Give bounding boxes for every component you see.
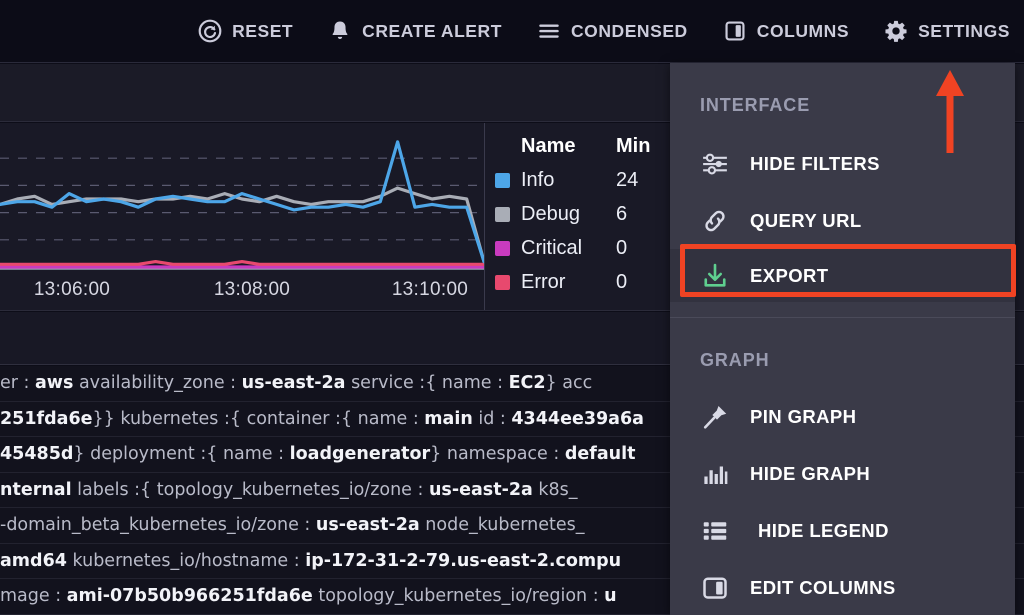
app-root: RESET CREATE ALERT CONDENSED COLUMNS SET… xyxy=(0,0,1024,615)
columns-icon xyxy=(700,573,730,603)
toolbar-label-condensed: CONDENSED xyxy=(570,20,688,41)
legend-swatch-debug xyxy=(495,206,510,222)
legend-row-critical[interactable]: Critical 0 xyxy=(495,231,680,265)
legend-row-debug[interactable]: Debug 6 xyxy=(495,197,680,231)
chart-area[interactable]: 13:06:00 13:08:00 13:10:00 xyxy=(0,123,484,310)
toolbar-button-settings[interactable]: SETTINGS xyxy=(883,18,1010,44)
toolbar-label-create-alert: CREATE ALERT xyxy=(362,20,502,41)
list-icon xyxy=(700,516,730,546)
toolbar-label-settings: SETTINGS xyxy=(918,20,1010,41)
toolbar-button-condensed[interactable]: CONDENSED xyxy=(536,18,688,44)
chart-x-axis: 13:06:00 13:08:00 13:10:00 xyxy=(0,275,484,311)
line-chart xyxy=(0,123,484,275)
menu-label-hide-legend: HIDE LEGEND xyxy=(758,520,889,541)
legend-header-name: Name xyxy=(521,134,576,157)
legend-swatch-error-cell xyxy=(495,274,521,290)
hamburger-icon xyxy=(536,18,562,44)
menu-label-hide-graph: HIDE GRAPH xyxy=(750,463,871,484)
menu-item-query-url[interactable]: QUERY URL xyxy=(670,193,1015,249)
menu-label-pin-graph: PIN GRAPH xyxy=(750,406,857,427)
log-scrollbar[interactable] xyxy=(1018,366,1024,615)
legend-swatch-info-cell xyxy=(495,172,521,188)
toolbar-button-reset[interactable]: RESET xyxy=(197,18,293,44)
legend-header-row: Name Min xyxy=(495,129,680,163)
legend-row-error[interactable]: Error 0 xyxy=(495,265,680,299)
gear-icon xyxy=(883,18,909,44)
menu-item-hide-legend[interactable]: HIDE LEGEND xyxy=(670,503,1015,559)
sliders-icon xyxy=(700,149,730,179)
legend-min-critical: 0 xyxy=(616,236,628,259)
legend-name-critical: Critical xyxy=(521,236,583,259)
legend-min-error: 0 xyxy=(616,270,628,293)
reset-icon xyxy=(197,18,223,44)
annotation-arrow-icon xyxy=(932,68,968,153)
legend-swatch-critical-cell xyxy=(495,240,521,256)
bell-icon xyxy=(327,18,353,44)
menu-label-edit-columns: EDIT COLUMNS xyxy=(750,577,896,598)
toolbar-label-columns: COLUMNS xyxy=(756,20,850,41)
toolbar-label-reset: RESET xyxy=(232,20,294,41)
legend-name-info: Info xyxy=(521,168,555,191)
download-icon xyxy=(700,261,730,291)
legend-header-min: Min xyxy=(616,134,651,157)
menu-item-hide-graph[interactable]: HIDE GRAPH xyxy=(670,446,1015,502)
legend-row-info[interactable]: Info 24 xyxy=(495,163,680,197)
legend-name-debug: Debug xyxy=(521,202,580,225)
legend-swatch-critical xyxy=(495,240,510,256)
top-toolbar: RESET CREATE ALERT CONDENSED COLUMNS SET… xyxy=(0,0,1024,63)
link-icon xyxy=(700,206,730,236)
toolbar-button-columns[interactable]: COLUMNS xyxy=(722,18,849,44)
chart-legend: Name Min Info 24 Debug 6 Critical 0 Erro… xyxy=(484,123,680,310)
legend-swatch-error xyxy=(495,274,510,290)
legend-name-error: Error xyxy=(521,270,566,293)
menu-item-pin-graph[interactable]: PIN GRAPH xyxy=(670,389,1015,445)
legend-swatch-info xyxy=(495,172,510,188)
pin-icon xyxy=(700,402,730,432)
x-tick-1: 13:08:00 xyxy=(213,279,291,300)
bar-chart-icon xyxy=(700,459,730,489)
columns-icon xyxy=(722,18,748,44)
x-tick-0: 13:06:00 xyxy=(33,279,111,300)
menu-section-label-graph: GRAPH xyxy=(700,350,770,370)
menu-label-export: EXPORT xyxy=(750,264,829,286)
x-tick-2: 13:10:00 xyxy=(391,279,469,300)
legend-min-info: 24 xyxy=(616,168,639,191)
menu-label-query-url: QUERY URL xyxy=(750,210,862,231)
legend-swatch-debug-cell xyxy=(495,206,521,222)
menu-item-export[interactable]: EXPORT xyxy=(670,249,1015,302)
menu-item-edit-columns[interactable]: EDIT COLUMNS xyxy=(670,560,1015,615)
toolbar-button-create-alert[interactable]: CREATE ALERT xyxy=(327,18,502,44)
menu-label-hide-filters: HIDE FILTERS xyxy=(750,153,880,174)
legend-min-debug: 6 xyxy=(616,202,628,225)
